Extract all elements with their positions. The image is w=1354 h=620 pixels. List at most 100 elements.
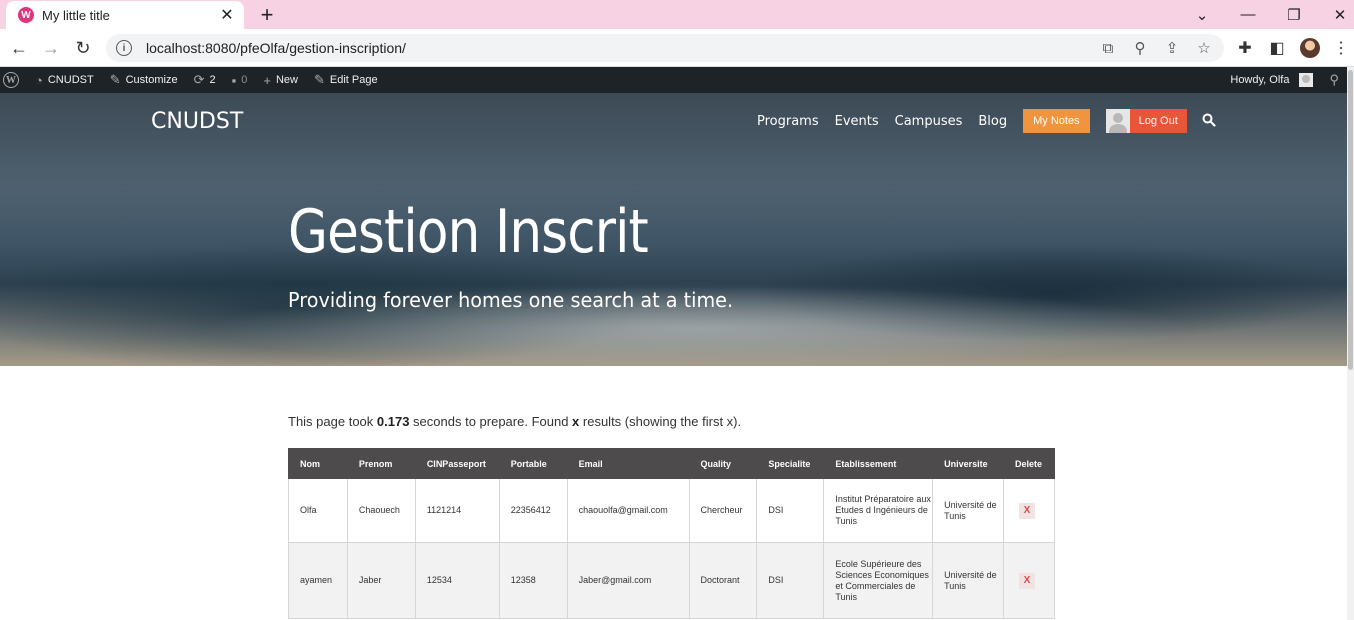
- adminbar-updates-count: 2: [209, 74, 216, 86]
- adminbar-howdy: Howdy, Olfa: [1230, 74, 1290, 86]
- restore-icon[interactable]: ❐: [1271, 0, 1317, 29]
- stats-prefix: This page took: [288, 414, 377, 429]
- browser-tabstrip: W My little title ✕ + ⌄ — ❐ ✕: [0, 0, 1354, 29]
- cell-universite: Université de Tunis: [932, 542, 1005, 619]
- cell-nom: ayamen: [288, 542, 348, 619]
- delete-button[interactable]: X: [1019, 502, 1036, 519]
- cell-delete: X: [1003, 542, 1055, 619]
- col-header: Prenom: [346, 448, 416, 479]
- page-title: Gestion Inscrit: [288, 197, 649, 267]
- col-header: Specialite: [756, 448, 825, 479]
- search-icon: ⚲: [1329, 72, 1339, 87]
- cell-quality: Chercheur: [688, 478, 758, 543]
- tab-title: My little title: [42, 7, 110, 23]
- cell-etablissement: Ecole Supérieure des Sciences Economique…: [823, 542, 934, 619]
- main-nav: Programs Events Campuses Blog My Notes L…: [757, 109, 1216, 133]
- wp-logo-menu[interactable]: W: [0, 67, 27, 93]
- page-subtitle: Providing forever homes one search at a …: [288, 288, 734, 312]
- cell-portable: 12358: [498, 542, 568, 619]
- site-title[interactable]: CNUDST: [151, 109, 243, 134]
- nav-programs[interactable]: Programs: [757, 114, 819, 129]
- address-bar[interactable]: i localhost:8080/pfeOlfa/gestion-inscrip…: [106, 34, 1224, 62]
- browser-menu-icon[interactable]: ⋮: [1330, 37, 1352, 59]
- inscriptions-table: Nom Prenom CINPasseport Portable Email Q…: [288, 448, 1055, 619]
- adminbar-updates[interactable]: ⟳ 2: [186, 67, 224, 93]
- cell-prenom: Jaber: [346, 542, 416, 619]
- adminbar-comments-count: 0: [241, 74, 248, 86]
- col-header: Delete: [1003, 448, 1055, 479]
- cell-specialite: DSI: [756, 542, 825, 619]
- bookmark-star-icon[interactable]: ☆: [1194, 38, 1214, 58]
- wordpress-logo-icon: W: [3, 72, 19, 88]
- nav-campuses[interactable]: Campuses: [895, 114, 963, 129]
- paintbrush-icon: ✎: [109, 72, 121, 87]
- col-header: Nom: [288, 448, 348, 479]
- table-row: Olfa Chaouech 1121214 22356412 chaouolfa…: [288, 478, 1055, 543]
- extensions-puzzle-icon[interactable]: ✚: [1234, 37, 1256, 59]
- adminbar-avatar: [1299, 73, 1314, 87]
- col-header: Portable: [498, 448, 568, 479]
- cell-nom: Olfa: [288, 478, 348, 543]
- nav-blog[interactable]: Blog: [978, 114, 1007, 129]
- new-tab-icon[interactable]: +: [256, 2, 278, 28]
- table-header-row: Nom Prenom CINPasseport Portable Email Q…: [288, 448, 1055, 479]
- minimize-icon[interactable]: —: [1225, 0, 1271, 29]
- zoom-icon[interactable]: ⚲: [1130, 38, 1150, 58]
- forward-icon[interactable]: →: [38, 35, 64, 61]
- stats-middle: seconds to prepare. Found: [409, 414, 573, 429]
- cell-email: chaouolfa@gmail.com: [566, 478, 690, 543]
- reload-icon[interactable]: ↻: [70, 35, 96, 61]
- tab-search-chevron-icon[interactable]: ⌄: [1179, 0, 1225, 29]
- log-out-button[interactable]: Log Out: [1105, 109, 1187, 133]
- col-header: Etablissement: [823, 448, 934, 479]
- cell-portable: 22356412: [498, 478, 568, 543]
- adminbar-customize[interactable]: ✎ Customize: [102, 67, 186, 93]
- cell-prenom: Chaouech: [346, 478, 416, 543]
- table-row: ayamen Jaber 12534 12358 Jaber@gmail.com…: [288, 542, 1055, 619]
- close-window-icon[interactable]: ✕: [1317, 0, 1354, 29]
- cell-specialite: DSI: [756, 478, 825, 543]
- wordpress-favicon-icon: W: [18, 7, 34, 23]
- profile-avatar[interactable]: [1300, 38, 1320, 58]
- url-text[interactable]: localhost:8080/pfeOlfa/gestion-inscripti…: [146, 40, 406, 56]
- comment-icon: ▪: [231, 72, 237, 88]
- delete-button[interactable]: X: [1019, 572, 1036, 589]
- cell-etablissement: Institut Préparatoire aux Etudes d Ingén…: [823, 478, 934, 543]
- col-header: Email: [566, 448, 690, 479]
- translate-icon[interactable]: ⧉: [1098, 38, 1118, 58]
- plus-icon: +: [263, 72, 271, 88]
- back-icon[interactable]: ←: [6, 35, 32, 61]
- side-panel-icon[interactable]: ◧: [1266, 37, 1288, 59]
- adminbar-new[interactable]: + New: [255, 67, 306, 93]
- col-header: CINPasseport: [414, 448, 500, 479]
- stats-suffix: results (showing the first x).: [579, 414, 742, 429]
- col-header: Quality: [688, 448, 758, 479]
- site-search-icon[interactable]: [1202, 113, 1216, 130]
- site-info-icon[interactable]: i: [116, 40, 132, 56]
- scrollbar-thumb[interactable]: [1348, 70, 1353, 370]
- col-header: Universite: [932, 448, 1005, 479]
- adminbar-customize-label: Customize: [125, 74, 178, 86]
- adminbar-new-label: New: [275, 74, 298, 86]
- adminbar-site-label: CNUDST: [47, 74, 94, 86]
- adminbar-site-link[interactable]: ◔ CNUDST: [27, 67, 102, 93]
- adminbar-edit-page[interactable]: ✎ Edit Page: [306, 67, 386, 93]
- browser-tab[interactable]: W My little title ✕: [6, 1, 244, 29]
- dashboard-icon: ◔: [35, 72, 43, 88]
- adminbar-edit-label: Edit Page: [329, 74, 378, 86]
- cell-cin: 12534: [414, 542, 500, 619]
- adminbar-search[interactable]: ⚲: [1321, 67, 1347, 93]
- adminbar-account[interactable]: Howdy, Olfa: [1222, 67, 1321, 93]
- cell-cin: 1121214: [414, 478, 500, 543]
- log-out-label: Log Out: [1129, 109, 1187, 133]
- nav-events[interactable]: Events: [835, 114, 879, 129]
- tab-close-icon[interactable]: ✕: [216, 5, 238, 25]
- share-icon[interactable]: ⇪: [1162, 38, 1182, 58]
- hero-banner: CNUDST Programs Events Campuses Blog My …: [0, 93, 1347, 366]
- pencil-icon: ✎: [313, 72, 325, 87]
- user-avatar: [1105, 109, 1130, 133]
- wp-admin-bar: W ◔ CNUDST ✎ Customize ⟳ 2 ▪ 0 + New ✎ E…: [0, 67, 1347, 93]
- my-notes-button[interactable]: My Notes: [1023, 109, 1090, 133]
- cell-email: Jaber@gmail.com: [566, 542, 690, 619]
- adminbar-comments[interactable]: ▪ 0: [224, 67, 256, 93]
